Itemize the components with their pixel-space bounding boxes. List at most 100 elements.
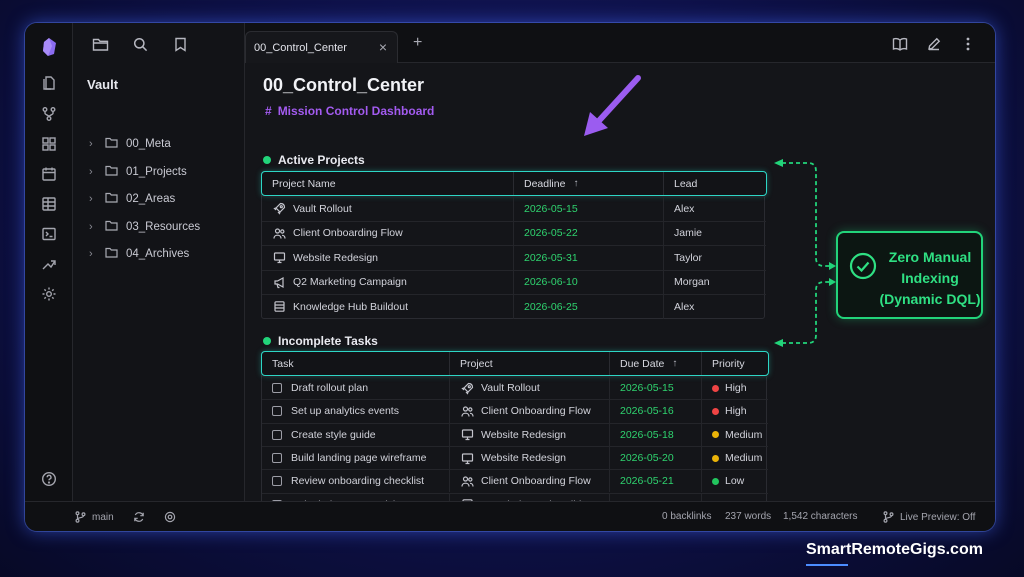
task-text: Create style guide [291,428,376,441]
sort-ascending-icon[interactable]: ↑ [573,178,578,189]
chevron-right-icon[interactable]: › [89,193,97,205]
project-cell[interactable]: Website Redesign [450,423,610,446]
priority-label: Medium [725,428,763,441]
project-name-cell[interactable]: Vault Rollout [262,197,514,221]
task-checkbox[interactable] [272,406,282,417]
lead-cell: Jamie [674,227,703,240]
project-cell[interactable]: Client Onboarding Flow [450,400,610,423]
note-title: 00_Control_Center [263,75,425,95]
git-branch[interactable]: main [75,511,114,523]
task-checkbox[interactable] [272,476,282,487]
megaphone-icon [272,275,286,289]
project-link[interactable]: Client Onboarding Flow [293,227,403,239]
chevron-right-icon[interactable]: › [89,166,97,178]
deadline-cell: 2026-06-25 [514,295,664,319]
branch-icon [75,511,86,523]
bookmark-icon[interactable] [169,33,191,55]
heading-hash: # [265,104,272,118]
priority-cell: High [702,400,768,422]
tab-control-center[interactable]: 00_Control_Center × [245,31,398,63]
monitor-icon [460,451,474,465]
callout-line: Zero Manual [888,249,972,265]
column-header[interactable]: Priority [702,352,768,375]
project-name-cell[interactable]: Knowledge Hub Buildout [262,295,514,319]
sort-ascending-icon[interactable]: ↑ [672,358,677,369]
terminal-icon[interactable] [37,222,61,246]
project-link[interactable]: Client Onboarding Flow [481,475,591,487]
folder-label: 03_Resources [126,220,201,233]
priority-cell: High [702,377,768,399]
project-name-cell[interactable]: Q2 Marketing Campaign [262,270,514,294]
folder-item[interactable]: › 01_Projects [89,162,187,182]
chevron-right-icon[interactable]: › [89,138,97,150]
table-row: Create style guide Website Redesign 2026-0… [262,422,768,446]
task-cell: Set up analytics events [262,400,450,423]
folder-item[interactable]: › 03_Resources [89,217,200,237]
task-text: Draft rollout plan [291,382,369,395]
app-logo-icon[interactable] [37,35,61,59]
column-header[interactable]: Lead [664,172,766,195]
task-checkbox[interactable] [272,429,282,440]
sync-icon[interactable] [133,511,145,523]
column-header[interactable]: Task [262,352,450,375]
heading-text: Mission Control Dashboard [277,104,435,118]
edit-pencil-icon[interactable] [925,35,943,53]
task-checkbox[interactable] [272,453,282,464]
project-cell[interactable]: Client Onboarding Flow [450,470,610,493]
project-name-cell[interactable]: Website Redesign [262,246,514,270]
lead-cell: Morgan [674,276,710,289]
more-options-icon[interactable] [959,35,977,53]
project-cell[interactable]: Vault Rollout [450,377,610,400]
calendar-icon[interactable] [37,162,61,186]
rocket-icon [272,202,286,216]
graph-icon[interactable] [37,102,61,126]
project-link[interactable]: Client Onboarding Flow [481,405,591,417]
tab-close-icon[interactable]: × [379,39,387,55]
deadline-cell: 2026-06-10 [514,270,664,294]
folder-icon [105,247,118,261]
new-tab-icon[interactable]: + [413,35,422,51]
folder-icon [105,137,118,151]
table-row: Client Onboarding Flow 2026-05-22 Jamie [262,220,766,245]
project-name-cell[interactable]: Client Onboarding Flow [262,221,514,245]
search-icon[interactable] [129,33,151,55]
live-preview-toggle[interactable]: Live Preview: Off [883,511,975,523]
task-cell: Draft rollout plan [262,377,450,400]
table-header-row: Task Project Due Date ↑ Priority [261,351,769,376]
branch-icon [883,511,894,523]
chevron-right-icon[interactable]: › [89,248,97,260]
column-header[interactable]: Project Name [262,172,514,195]
status-settings-icon[interactable] [164,511,176,523]
task-cell: Create style guide [262,423,450,446]
project-cell[interactable]: Website Redesign [450,446,610,470]
reading-view-icon[interactable] [891,35,909,53]
open-folder-icon[interactable] [89,33,111,55]
help-icon[interactable] [37,467,61,491]
grid-icon[interactable] [37,132,61,156]
folder-item[interactable]: › 00_Meta [89,134,171,154]
table-icon[interactable] [37,192,61,216]
project-link[interactable]: Vault Rollout [293,203,352,215]
backlinks-count[interactable]: 0 backlinks [662,511,711,522]
column-header[interactable]: Project [450,352,610,375]
trend-icon[interactable] [37,252,61,276]
project-link[interactable]: Website Redesign [481,429,566,441]
due-date-cell: 2026-05-18 [610,423,702,446]
files-icon[interactable] [37,71,61,95]
column-header[interactable]: Due Date ↑ [610,352,702,375]
project-link[interactable]: Vault Rollout [481,382,540,394]
column-header[interactable]: Deadline ↑ [514,172,664,195]
project-link[interactable]: Q2 Marketing Campaign [293,276,407,288]
project-link[interactable]: Website Redesign [293,252,378,264]
project-link[interactable]: Website Redesign [481,452,566,464]
settings-gear-icon[interactable] [37,282,61,306]
chevron-right-icon[interactable]: › [89,221,97,233]
project-link[interactable]: Knowledge Hub Buildout [293,301,408,313]
task-checkbox[interactable] [272,383,282,394]
rocket-icon [460,381,474,395]
folder-item[interactable]: › 02_Areas [89,189,175,209]
folder-item[interactable]: › 04_Archives [89,244,189,264]
database-icon [272,300,286,314]
branch-name: main [92,511,114,523]
word-count: 237 words [725,511,772,522]
